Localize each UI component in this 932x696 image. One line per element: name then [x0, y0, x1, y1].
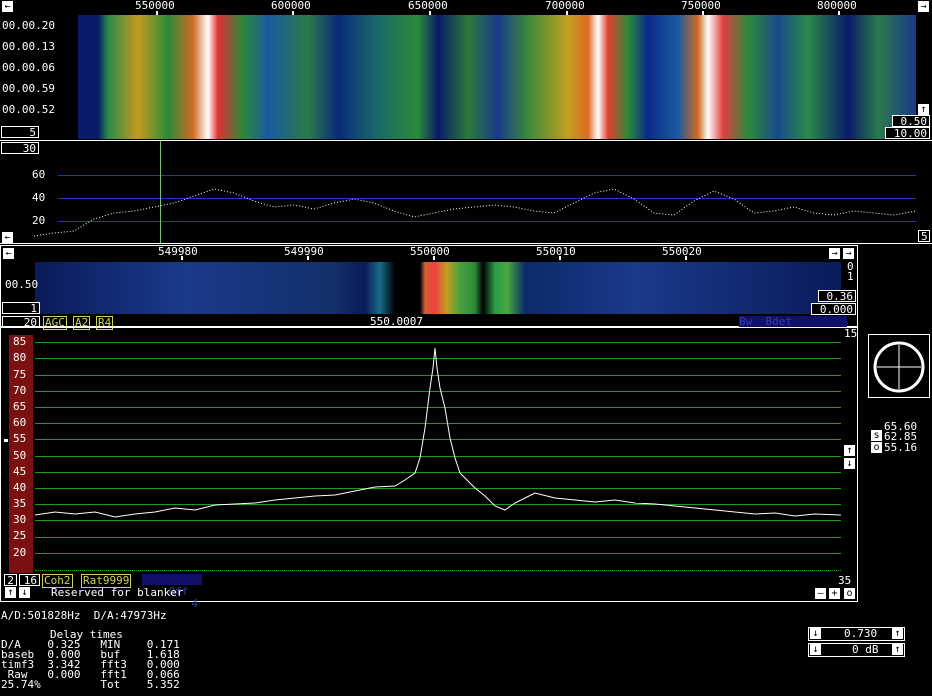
- hires-freq-label: 550000: [410, 245, 450, 258]
- s-button[interactable]: s: [871, 430, 882, 441]
- freq-label: 750000: [681, 0, 721, 12]
- baseband-val1[interactable]: 2: [4, 574, 17, 586]
- sample-rates: A/D:501828Hz D/A:47973Hz: [1, 609, 167, 622]
- volume-down-button[interactable]: ↓: [810, 628, 821, 639]
- y-label: 65: [13, 400, 27, 413]
- blanker-up-button[interactable]: ↑: [5, 587, 16, 598]
- time-label: 00.00.20: [2, 19, 55, 32]
- wf-up-button[interactable]: ↑: [918, 104, 929, 115]
- time-label: 00.00.13: [2, 40, 55, 53]
- bw-bdet-indicator[interactable]: Bw Bdet: [739, 316, 847, 328]
- db-down-button[interactable]: ↓: [810, 644, 821, 655]
- scroll-left-button[interactable]: ←: [2, 1, 13, 12]
- hires-right-second: 1: [847, 270, 854, 283]
- plus-button[interactable]: +: [829, 588, 840, 599]
- wide-spectrum-right-field[interactable]: 5: [918, 230, 930, 242]
- time-label: 00.00.52: [2, 103, 55, 116]
- y-label: 45: [13, 465, 27, 478]
- hires-avg-field[interactable]: 1: [2, 302, 40, 314]
- time-label: 00.00.59: [2, 82, 55, 95]
- baseband-top-right: 15: [844, 327, 858, 340]
- hires-time-label: 00.50: [5, 278, 39, 291]
- y-label: 55: [13, 432, 27, 445]
- delay-line: 25.74% Tot 5.352: [1, 678, 180, 691]
- hires-gain-field[interactable]: 0.36: [818, 290, 856, 302]
- hires-close-button[interactable]: →: [843, 248, 854, 259]
- hires-freq-label: 549980: [158, 245, 198, 258]
- hires-waterfall-panel: ← → → 549980 549990 550000 550010 550020…: [0, 245, 858, 330]
- freq-label: 600000: [271, 0, 311, 12]
- hires-scroll-left-button[interactable]: ←: [3, 248, 14, 259]
- y-label: 30: [13, 513, 27, 526]
- scroll-right-button[interactable]: →: [918, 1, 929, 12]
- freq-label: 550000: [135, 0, 175, 12]
- db-value: 0 dB: [852, 643, 879, 656]
- baseband-down-button[interactable]: ↓: [844, 458, 855, 469]
- db-up-button[interactable]: ↑: [892, 644, 903, 655]
- wide-waterfall-zero-field[interactable]: 10.00: [885, 127, 930, 139]
- blanker-down-button[interactable]: ↓: [19, 587, 30, 598]
- hires-zero-field[interactable]: 0.000: [811, 303, 856, 315]
- wide-frequency-scale: 550000 600000 650000 700000 750000 80000…: [14, 0, 916, 14]
- wide-spectrum-panel: 30 60 40 20 ← 5: [0, 140, 932, 244]
- off-value: 4: [191, 597, 198, 610]
- y-label: 60: [13, 416, 27, 429]
- o-mode-button[interactable]: o: [871, 442, 882, 453]
- y-label: 40: [13, 481, 27, 494]
- hires-scroll-right-button[interactable]: →: [829, 248, 840, 259]
- s-meter-value-3: 55.16: [884, 441, 918, 454]
- y-label: 25: [13, 529, 27, 542]
- wide-spectrum-trace: [34, 188, 916, 237]
- wide-waterfall-panel: ← → 550000 600000 650000 700000 750000 8…: [0, 0, 932, 140]
- minus-button[interactable]: –: [815, 588, 826, 599]
- volume-up-button[interactable]: ↑: [892, 628, 903, 639]
- time-label: 00.00.06: [2, 61, 55, 74]
- hires-freq-label: 550020: [662, 245, 702, 258]
- s-meter-dial: [868, 334, 930, 398]
- volume-value: 0.730: [844, 627, 878, 640]
- hires-waterfall-image[interactable]: [35, 262, 841, 314]
- y-label: 75: [13, 368, 27, 381]
- volume-control: ↓ 0.730 ↑ ↓ 0 dB ↑: [808, 627, 905, 659]
- o-button[interactable]: o: [844, 588, 855, 599]
- y-label: 80: [13, 351, 27, 364]
- s-meter-panel: 65.60 s 62.85 o 55.16: [868, 334, 930, 454]
- baseband-panel: 85 80 75 70 65 60 55 50 45 40 35 30 25 2…: [0, 327, 858, 610]
- freq-label: 800000: [817, 0, 857, 12]
- wide-waterfall-image[interactable]: [78, 15, 916, 139]
- hires-freq-label: 549990: [284, 245, 324, 258]
- y-label: 50: [13, 449, 27, 462]
- baseband-spectrum-trace: [35, 347, 841, 518]
- wide-time-axis: 00.00.20 00.00.13 00.00.06 00.00.59 00.0…: [2, 18, 76, 122]
- freq-label: 700000: [545, 0, 585, 12]
- baseband-bottom-right: 35: [838, 574, 852, 587]
- freq-label: 650000: [408, 0, 448, 12]
- baseband-up-button[interactable]: ↑: [844, 445, 855, 456]
- hires-freq-label: 550010: [536, 245, 576, 258]
- wide-waterfall-avg-field[interactable]: 5: [1, 126, 39, 138]
- off-button[interactable]: Off 4: [142, 574, 202, 610]
- baseband-val2[interactable]: 16: [19, 574, 40, 586]
- bandwidth-field[interactable]: 20: [2, 316, 40, 328]
- wide-waterfall-gain-field[interactable]: 0.50: [892, 115, 930, 127]
- wide-spectrum-scroll-left[interactable]: ←: [2, 232, 13, 243]
- blanker-text: Reserved for blanker: [51, 586, 184, 599]
- y-label: 20: [13, 546, 27, 559]
- y-label: 85: [13, 335, 27, 348]
- y-label: 70: [13, 384, 27, 397]
- y-label: 35: [13, 497, 27, 510]
